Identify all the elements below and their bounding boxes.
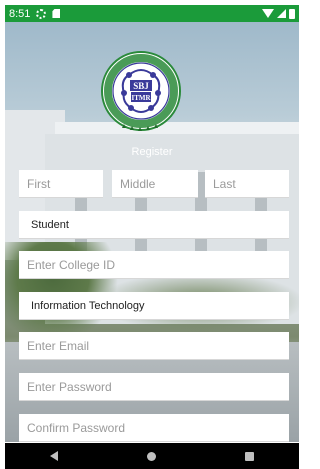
college-logo: SBJ ITMR [100,50,182,136]
middle-name-input[interactable]: Middle [112,170,198,198]
gear-icon [36,8,47,19]
confirm-password-input[interactable]: Confirm Password [19,414,289,442]
wifi-icon [262,9,274,18]
college-logo-image: SBJ ITMR [101,51,181,131]
sdcard-icon [52,9,61,18]
back-icon[interactable] [49,451,58,461]
page-title: Register [131,146,173,158]
email-input[interactable]: Enter Email [19,332,289,360]
department-select[interactable]: Information Technology [19,292,289,320]
role-select[interactable]: Student [19,211,289,239]
first-name-input[interactable]: First [19,170,103,198]
password-input[interactable]: Enter Password [19,373,289,401]
svg-text:ITMR: ITMR [131,94,151,102]
status-bar: 8:51 [5,5,299,22]
home-icon[interactable] [146,451,156,461]
college-id-input[interactable]: Enter College ID [19,251,289,279]
signal-icon [277,9,286,18]
status-time: 8:51 [9,7,31,20]
recents-icon[interactable] [245,451,255,461]
last-name-input[interactable]: Last [205,170,289,198]
navigation-bar [5,443,299,469]
battery-icon [289,8,295,19]
svg-text:SBJ: SBJ [133,81,149,91]
